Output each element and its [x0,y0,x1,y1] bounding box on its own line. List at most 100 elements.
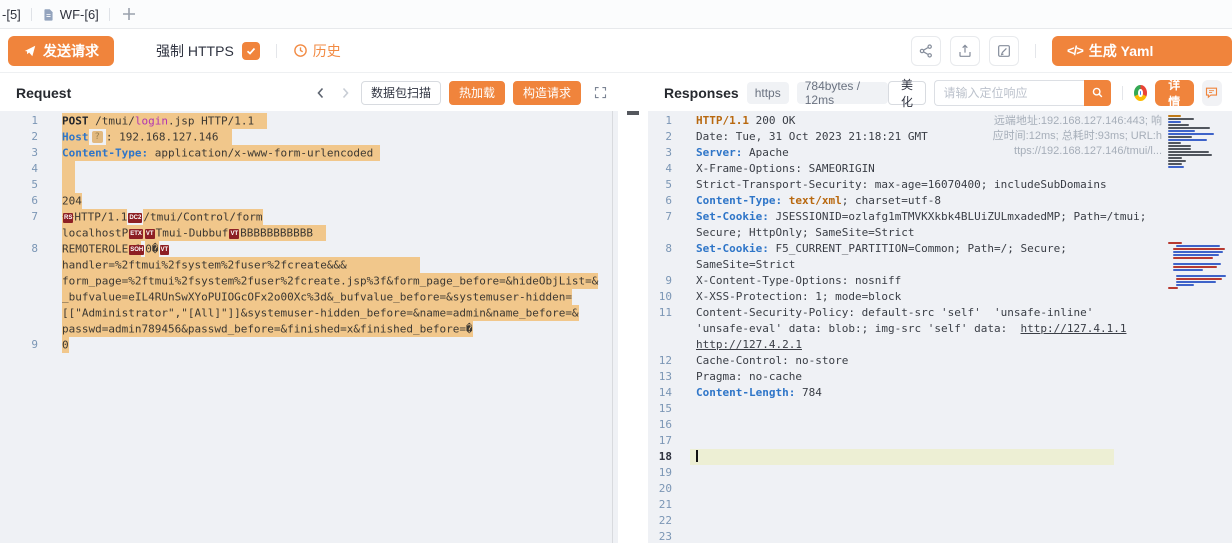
header-divider [1122,86,1123,100]
line-number: 7 [0,209,38,225]
chevron-left-icon [315,87,327,99]
code-line[interactable]: 14Content-Length: 784 [648,385,1232,401]
line-number: 3 [0,145,38,161]
request-editor[interactable]: 1POST /tmui/login.jsp HTTP/1.1 2Host?: 1… [0,111,618,543]
history-label: 历史 [313,41,341,61]
response-meta-info: 远端地址:192.168.127.146:443; 响 应时间:12ms; 总耗… [993,114,1162,159]
code-line[interactable]: 7RSHTTP/1.1DC2/tmui/Control/form→ 127.0.… [0,209,618,225]
export-button[interactable] [950,36,980,66]
code-line[interactable]: 1POST /tmui/login.jsp HTTP/1.1 [0,113,618,129]
url-info: ttps://192.168.127.146/tmui/l... [993,144,1162,159]
generate-yaml-button[interactable]: </> 生成 Yaml [1052,36,1232,66]
packet-scan-button[interactable]: 数据包扫描 [361,81,441,105]
code-line[interactable]: 10 X-XSS-Protection: 1; mode=block [648,289,1232,305]
line-number: 1 [648,113,672,129]
line-number: 22 [648,513,672,529]
history-button[interactable]: 历史 [293,41,341,61]
search-button[interactable] [1084,80,1111,106]
clock-icon [293,43,308,58]
check-icon [245,45,257,57]
next-request-button[interactable] [337,85,353,101]
code-line[interactable]: 18 [648,449,1232,465]
line-number: 16 [648,417,672,433]
code-line[interactable]: 11Content-Security-Policy: default-src '… [648,305,1232,321]
request-scrollbar-track[interactable] [612,111,613,543]
add-tab-button[interactable] [110,7,148,21]
document-icon [42,8,55,21]
line-number: 17 [648,433,672,449]
line-number [648,337,672,353]
code-line[interactable]: 7Set-Cookie: JSESSIONID=ozlafg1mTMVKXkbk… [648,209,1232,225]
share-button[interactable] [911,36,941,66]
line-number: 4 [648,161,672,177]
code-line[interactable]: Secure; HttpOnly; SameSite=Strict [648,225,1232,241]
line-number: 5 [648,177,672,193]
code-line[interactable]: 90 [0,337,618,353]
fullscreen-button[interactable] [593,85,608,100]
chevron-right-icon [339,87,351,99]
line-content: 'unsafe-eval' data: blob:; img-src 'self… [696,321,1126,337]
code-line[interactable]: handler=%2ftmui%2fsystem%2fuser%2fcreate… [0,257,618,273]
send-request-button[interactable]: 发送请求 [8,36,114,66]
plus-icon [122,7,136,21]
code-line[interactable]: form_page=%2ftmui%2fsystem%2fuser%2fcrea… [0,273,618,289]
response-code-lines: 1HTTP/1.1 200 OK2Date: Tue, 31 Oct 2023 … [648,113,1232,543]
code-line[interactable]: 20 [648,481,1232,497]
open-in-browser-button[interactable] [1134,85,1147,101]
code-line[interactable]: _bufvalue=eIL4RUnSwXYoPUIOGcOFx2o00Xc%3d… [0,289,618,305]
code-line[interactable]: 16 [648,417,1232,433]
request-panel-header: Request 数据包扫描 热加载 构造请求 [0,74,618,111]
tab-bar: -[5] WF-[6] [0,0,1232,29]
code-line[interactable]: 8REMOTEROLESOH0�VT→ localhostETXENQadmin… [0,241,618,257]
code-line[interactable]: passwd=admin789456&passwd_before=&finish… [0,321,618,337]
line-content: Content-Length: 784 [696,385,822,401]
code-line[interactable]: 6Content-Type: text/xml; charset=utf-8 [648,193,1232,209]
hot-reload-button[interactable]: 热加载 [449,81,505,105]
code-line[interactable]: 23 [648,529,1232,543]
line-number [648,257,672,273]
code-line[interactable]: 3Content-Type: application/x-www-form-ur… [0,145,618,161]
line-content: X-XSS-Protection: 1; mode=block [696,289,901,305]
code-line[interactable]: 5Strict-Transport-Security: max-age=1607… [648,177,1232,193]
code-line[interactable]: 12Cache-Control: no-store [648,353,1232,369]
line-content: X-Frame-Options: SAMEORIGIN [696,161,875,177]
code-line[interactable]: 17 [648,433,1232,449]
feedback-button[interactable] [1202,80,1222,106]
tab-wf-5[interactable]: -[5] [0,0,31,28]
detail-button[interactable]: 详情 [1155,80,1194,106]
code-line[interactable]: SameSite=Strict [648,257,1232,273]
code-line[interactable]: 19 [648,465,1232,481]
line-number: 8 [648,241,672,257]
prev-request-button[interactable] [313,85,329,101]
response-editor[interactable]: 1HTTP/1.1 200 OK2Date: Tue, 31 Oct 2023 … [648,111,1232,543]
code-line[interactable]: 5 [0,177,618,193]
edit-button[interactable] [989,36,1019,66]
beautify-button[interactable]: 美化 [888,81,927,105]
chat-bubble-icon [1204,85,1219,100]
code-line[interactable]: 4 [0,161,618,177]
code-line[interactable]: [["Administrator","[All]"]]&systemuser-h… [0,305,618,321]
code-line[interactable]: localhostPETXVTTmui-DubbufVTBBBBBBBBBBB [0,225,618,241]
response-search-input[interactable] [934,80,1084,106]
code-line[interactable]: 22 [648,513,1232,529]
code-line[interactable]: 21 [648,497,1232,513]
code-line[interactable]: http://127.4.2.1 [648,337,1232,353]
force-https-checkbox[interactable] [242,42,260,60]
code-line[interactable]: 8Set-Cookie: F5_CURRENT_PARTITION=Common… [648,241,1232,257]
panel-resize-handle[interactable] [627,111,639,115]
code-line[interactable]: 'unsafe-eval' data: blob:; img-src 'self… [648,321,1232,337]
code-minimap[interactable] [1168,115,1230,290]
code-line[interactable]: 4 X-Frame-Options: SAMEORIGIN [648,161,1232,177]
code-line[interactable]: 6204→→ [0,193,618,209]
construct-request-button[interactable]: 构造请求 [513,81,581,105]
line-content: 0 [62,337,69,353]
code-line[interactable]: 2Host?: 192.168.127.146 [0,129,618,145]
tab-wf-6[interactable]: WF-[6] [32,0,109,28]
code-line[interactable]: 15 [648,401,1232,417]
line-content: Set-Cookie: JSESSIONID=ozlafg1mTMVKXkbk4… [696,209,1146,225]
line-number: 10 [648,289,672,305]
code-line[interactable]: 9X-Content-Type-Options: nosniff [648,273,1232,289]
paper-plane-icon [23,44,37,58]
line-number: 20 [648,481,672,497]
code-line[interactable]: 13Pragma: no-cache [648,369,1232,385]
